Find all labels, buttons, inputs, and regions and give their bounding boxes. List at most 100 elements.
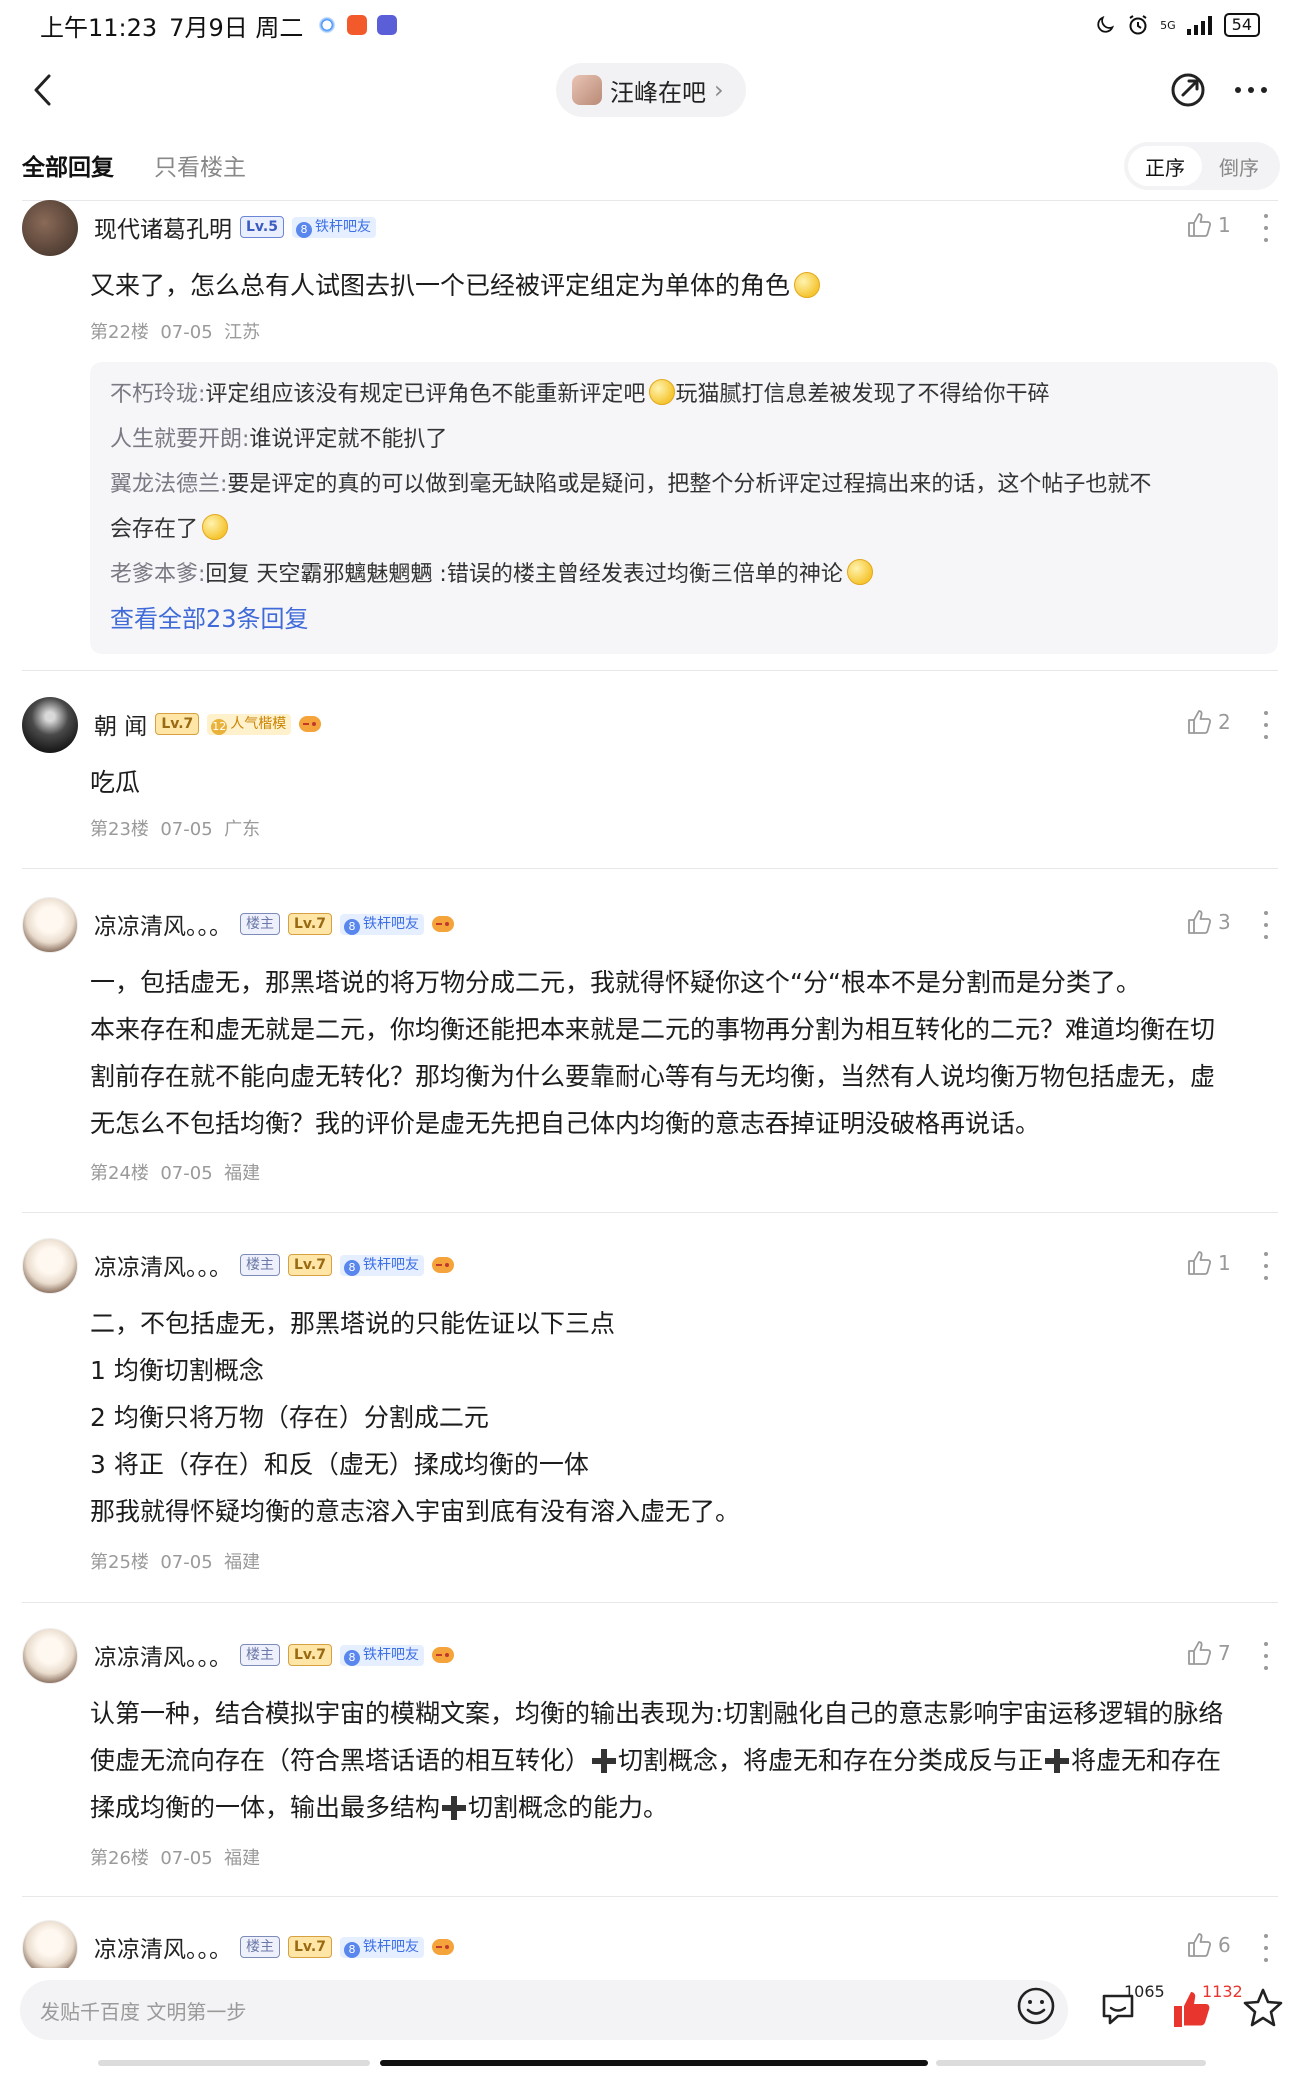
reply-filter-tabs: 全部回复 只看楼主 正序 倒序: [0, 140, 1300, 200]
like-button[interactable]: 3: [1186, 909, 1231, 935]
reply-text: 谁说评定就不能扒了: [249, 427, 448, 452]
post-location: 福建: [224, 1848, 261, 1869]
more-button[interactable]: [1226, 70, 1276, 110]
game-controller-icon: [431, 1257, 454, 1273]
star-icon[interactable]: [1242, 1986, 1284, 2028]
username[interactable]: 凉凉清风。。。: [94, 1248, 232, 1282]
sub-reply[interactable]: 人生就要开朗:谁说评定就不能扒了: [110, 417, 1258, 462]
emoji-icon: [202, 514, 229, 540]
username[interactable]: 现代诸葛孔明: [94, 210, 232, 244]
post-meta: 第24楼 07-05 福建: [90, 1159, 260, 1185]
forum-name-pill[interactable]: 汪峰在吧 ›: [556, 63, 746, 117]
emoji-icon: [794, 272, 821, 298]
tab-only-op[interactable]: 只看楼主: [154, 148, 246, 182]
tab-all-replies[interactable]: 全部回复: [22, 148, 114, 182]
post-more-button[interactable]: [1260, 911, 1272, 939]
sub-reply[interactable]: 老爹本爹:回复 天空霸邪魑魅魍魉 :错误的楼主曾经发表过均衡三倍单的神论: [110, 552, 1258, 597]
post-content: 认第一种，结合模拟宇宙的模糊文案，均衡的输出表现为:切割融化自己的意志影响宇宙运…: [90, 1690, 1278, 1831]
like-button[interactable]: 7: [1186, 1640, 1231, 1666]
dot: [1235, 87, 1241, 93]
order-desc-button[interactable]: 倒序: [1202, 146, 1276, 186]
fan-tag-label: 铁杆吧友: [362, 915, 419, 932]
post-more-button[interactable]: [1260, 1642, 1272, 1670]
level-badge: Lv.7: [288, 1936, 332, 1958]
game-controller-icon: [431, 1939, 454, 1955]
share-icon[interactable]: [1168, 70, 1208, 110]
dot: [1264, 935, 1268, 939]
reply-author[interactable]: 不朽玲珑:: [110, 382, 205, 407]
sub-reply[interactable]: 不朽玲珑:评定组应该没有规定已评角色不能重新评定吧 玩猫腻打信息差被发现了不得给你…: [110, 372, 1258, 417]
post-date: 07-05: [160, 322, 213, 343]
post-text: 又来了，怎么总有人试图去扒一个已经被评定组定为单体的角色: [90, 271, 791, 300]
dot: [1261, 87, 1267, 93]
dot: [1264, 214, 1268, 218]
app-notification-icon: [317, 15, 338, 35]
avatar[interactable]: [22, 697, 78, 753]
op-badge: 楼主: [240, 1644, 280, 1666]
floor-number: 第26楼: [90, 1848, 149, 1869]
like-button[interactable]: 1: [1186, 1250, 1231, 1276]
thumb-up-icon: [1188, 910, 1212, 934]
post-text-line: 割前存在就不能向虚无转化？那均衡为什么要靠耐心等有与无均衡，当然有人说均衡万物包…: [90, 1062, 1216, 1091]
like-button[interactable]: 1: [1186, 212, 1231, 238]
order-toggle: 正序 倒序: [1124, 142, 1280, 190]
fan-tag-label: 铁杆吧友: [362, 1256, 419, 1273]
post-location: 福建: [224, 1552, 261, 1573]
post-text-line: 1 均衡切割概念: [90, 1356, 264, 1385]
post-partial: 凉凉清风。。。 楼主 Lv.7 8 铁杆吧友 6: [0, 1920, 1300, 1968]
post-author: 凉凉清风。。。 楼主 Lv.7 8 铁杆吧友: [94, 1930, 454, 1964]
reply-author[interactable]: 老爹本爹:: [110, 562, 205, 587]
fan-tag-badge: 8 铁杆吧友: [339, 1644, 424, 1666]
post-text: 切割概念，将虚无和存在分类成反与正: [618, 1746, 1044, 1775]
post-more-button[interactable]: [1260, 214, 1272, 242]
post-text-line: 3 将正（存在）和反（虚无）揉成均衡的一体: [90, 1450, 589, 1479]
avatar[interactable]: [22, 897, 78, 953]
dot: [1264, 1252, 1268, 1256]
post-more-button[interactable]: [1260, 1252, 1272, 1280]
battery-icon: 54: [1223, 13, 1260, 37]
dot: [1264, 1946, 1268, 1950]
username[interactable]: 凉凉清风。。。: [94, 1638, 232, 1672]
reply-input[interactable]: 发贴千百度 文明第一步: [20, 1980, 1068, 2040]
post-text-line: 2 均衡只将万物（存在）分割成二元: [90, 1403, 489, 1432]
post-more-button[interactable]: [1260, 1934, 1272, 1962]
avatar[interactable]: [22, 1238, 78, 1294]
back-button[interactable]: [22, 65, 62, 115]
like-count: 6: [1218, 1933, 1231, 1957]
tag-number: 12: [211, 718, 228, 735]
order-asc-button[interactable]: 正序: [1128, 146, 1202, 186]
post-more-button[interactable]: [1260, 711, 1272, 739]
view-all-replies-link[interactable]: 查看全部23条回复: [110, 597, 1258, 642]
sub-reply[interactable]: 翼龙法德兰:要是评定的真的可以做到毫无缺陷或是疑问，把整个分析评定过程搞出来的话…: [110, 462, 1258, 552]
post-date: 07-05: [160, 1163, 213, 1184]
sub-replies: 不朽玲珑:评定组应该没有规定已评角色不能重新评定吧 玩猫腻打信息差被发现了不得给你…: [90, 362, 1278, 654]
avatar[interactable]: [22, 1920, 78, 1968]
gesture-bar-left: [98, 2060, 370, 2066]
like-button[interactable]: 2: [1186, 709, 1231, 735]
gesture-bar[interactable]: [380, 2060, 928, 2066]
comment-count: 1065: [1124, 1982, 1165, 2001]
smile-icon[interactable]: [1016, 1986, 1056, 2026]
dot: [1264, 1642, 1268, 1646]
post-author: 凉凉清风。。。 楼主 Lv.7 8 铁杆吧友: [94, 1638, 454, 1672]
post-content: 又来了，怎么总有人试图去扒一个已经被评定组定为单体的角色: [90, 262, 1278, 309]
post-date: 07-05: [160, 819, 213, 840]
post-location: 福建: [224, 1163, 261, 1184]
like-count: 7: [1218, 1641, 1231, 1665]
dot: [1264, 911, 1268, 915]
username[interactable]: 朝 闻: [94, 707, 147, 741]
reply-author[interactable]: 人生就要开朗:: [110, 427, 249, 452]
username[interactable]: 凉凉清风。。。: [94, 907, 232, 941]
signal-label: 5G: [1160, 18, 1176, 32]
username[interactable]: 凉凉清风。。。: [94, 1930, 232, 1964]
fan-tag-badge: 8 铁杆吧友: [339, 1254, 424, 1276]
avatar[interactable]: [22, 200, 78, 256]
like-count-total: 1132: [1202, 1982, 1243, 2001]
tag-number: 8: [295, 221, 312, 238]
emoji-icon: [846, 559, 873, 585]
like-button[interactable]: 6: [1186, 1932, 1231, 1958]
reply-author[interactable]: 翼龙法德兰:: [110, 472, 227, 497]
avatar[interactable]: [22, 1628, 78, 1684]
game-controller-icon: [431, 1647, 454, 1663]
post-author: 朝 闻 Lv.7 12 人气楷模: [94, 707, 322, 741]
